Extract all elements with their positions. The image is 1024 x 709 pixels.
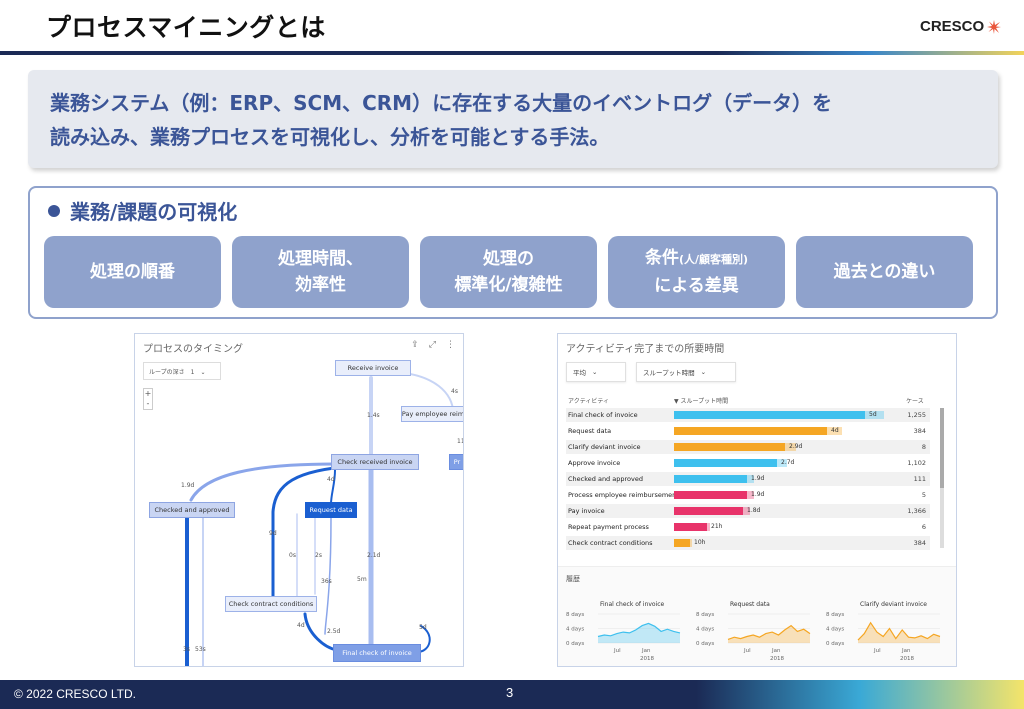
trend-xtick: Jul bbox=[743, 648, 751, 654]
pill-row: 処理の順番 処理時間、 効率性 処理の 標準化/複雑性 条件(人/顧客種別) に… bbox=[44, 236, 973, 308]
edge-label: 36s bbox=[321, 578, 332, 585]
trend-area bbox=[598, 623, 680, 643]
pill-label: 処理の順番 bbox=[90, 262, 175, 282]
trend-year: 2018 bbox=[900, 656, 914, 662]
trend-ytick: 4 days bbox=[826, 627, 844, 633]
edge-label: 3s bbox=[183, 646, 190, 653]
slide-title: プロセスマイニングとは bbox=[46, 13, 326, 42]
trend-year: 2018 bbox=[640, 656, 654, 662]
trend-xtick: Jan bbox=[641, 648, 651, 654]
logo-mark-icon bbox=[987, 19, 1002, 34]
pill-label: 標準化/複雑性 bbox=[454, 275, 563, 295]
edge-label: 2.5d bbox=[327, 628, 341, 635]
process-node[interactable]: Checked and approved bbox=[149, 502, 235, 518]
activity-duration-screenshot: アクティビティ完了までの所要時間 平均 ⌄ スループット時間 ⌄ アクティビティ… bbox=[557, 333, 957, 667]
edge-label: 5m bbox=[357, 576, 367, 583]
edge-label: 53s bbox=[195, 646, 206, 653]
page-number: 3 bbox=[506, 685, 514, 700]
edge-label: 2s bbox=[315, 552, 322, 559]
pill-order: 処理の順番 bbox=[44, 236, 221, 308]
edge-label: 1.4s bbox=[367, 412, 380, 419]
pill-label: による差異 bbox=[654, 276, 739, 296]
trend-ytick: 8 days bbox=[696, 612, 714, 618]
pill-label: 効率性 bbox=[295, 275, 346, 295]
trend-xtick: Jul bbox=[873, 648, 881, 654]
pill-label: 過去との違い bbox=[833, 262, 936, 282]
pill-label: 処理時間、 bbox=[278, 249, 363, 269]
definition-line: 業務システム（例：ERP、SCM、CRM）に存在する大量のイベントログ（データ）… bbox=[50, 91, 833, 115]
process-node[interactable]: Pay employee reim bbox=[401, 406, 463, 422]
pill-standardization: 処理の 標準化/複雑性 bbox=[420, 236, 597, 308]
definition-line: 読み込み、業務プロセスを可視化し、分析を可能とする手法。 bbox=[50, 125, 610, 149]
logo-text: CRESCO bbox=[920, 18, 985, 35]
trend-xtick: Jul bbox=[613, 648, 621, 654]
visualization-heading: 業務/課題の可視化 bbox=[48, 196, 237, 225]
trend-ytick: 0 days bbox=[826, 641, 844, 647]
definition-box: 業務システム（例：ERP、SCM、CRM）に存在する大量のイベントログ（データ）… bbox=[28, 70, 998, 168]
edge-label: 4s bbox=[451, 388, 458, 395]
process-node[interactable]: Check contract conditions bbox=[225, 596, 317, 612]
copyright: © 2022 CRESCO LTD. bbox=[14, 687, 136, 701]
trend-ytick: 0 days bbox=[696, 641, 714, 647]
process-node[interactable]: Check received invoice bbox=[331, 454, 419, 470]
edge-label: 5d bbox=[419, 624, 427, 631]
trend-title: Final check of invoice bbox=[600, 601, 665, 608]
visualization-heading-text: 業務/課題の可視化 bbox=[70, 200, 238, 224]
pill-conditions: 条件(人/顧客種別) による差異 bbox=[608, 236, 785, 308]
trend-ytick: 4 days bbox=[696, 627, 714, 633]
trend-ytick: 4 days bbox=[566, 627, 584, 633]
cresco-logo: CRESCO bbox=[920, 18, 1002, 35]
footer-bar: © 2022 CRESCO LTD. 3 bbox=[0, 680, 1024, 709]
process-node[interactable]: Final check of invoice bbox=[333, 644, 421, 662]
visualization-panel: 業務/課題の可視化 処理の順番 処理時間、 効率性 処理の 標準化/複雑性 条件… bbox=[28, 186, 998, 319]
edge-label: 2.1d bbox=[367, 552, 381, 559]
trend-xtick: Jan bbox=[771, 648, 781, 654]
edge-label: 9d bbox=[269, 530, 277, 537]
pill-label: 処理の bbox=[483, 249, 534, 269]
title-rule bbox=[0, 51, 1024, 55]
process-node[interactable]: Pr bbox=[449, 454, 463, 470]
pill-label-small: (人/顧客種別) bbox=[678, 253, 749, 266]
process-flow-edges bbox=[185, 371, 454, 666]
edge-label: 4d bbox=[297, 622, 305, 629]
pill-past-difference: 過去との違い bbox=[796, 236, 973, 308]
edge-label: 4d bbox=[327, 476, 335, 483]
process-map-screenshot: プロセスのタイミング ⇪ ⤢ ⋮ ループの深さ 1 ⌄ + - Receive … bbox=[134, 333, 464, 667]
trend-ytick: 8 days bbox=[566, 612, 584, 618]
edge-label: 1.9d bbox=[181, 482, 195, 489]
trend-ytick: 0 days bbox=[566, 641, 584, 647]
trend-title: Request data bbox=[730, 601, 770, 608]
edge-label: 0s bbox=[289, 552, 296, 559]
trend-year: 2018 bbox=[770, 656, 784, 662]
pill-label: 条件 bbox=[644, 248, 679, 268]
process-node[interactable]: Request data bbox=[305, 502, 357, 518]
pill-label-row: 条件(人/顧客種別) bbox=[645, 245, 748, 273]
trend-title: Clarify deviant invoice bbox=[860, 601, 927, 608]
bullet-icon bbox=[48, 204, 60, 217]
trend-charts: Final check of invoice 8 days 4 days 0 days… bbox=[566, 601, 941, 662]
trend-xtick: Jan bbox=[901, 648, 911, 654]
pill-processing-time: 処理時間、 効率性 bbox=[232, 236, 409, 308]
trend-ytick: 8 days bbox=[826, 612, 844, 618]
process-node[interactable]: Receive invoice bbox=[335, 360, 411, 376]
edge-label: 11 bbox=[457, 438, 464, 445]
trend-area bbox=[858, 622, 940, 643]
